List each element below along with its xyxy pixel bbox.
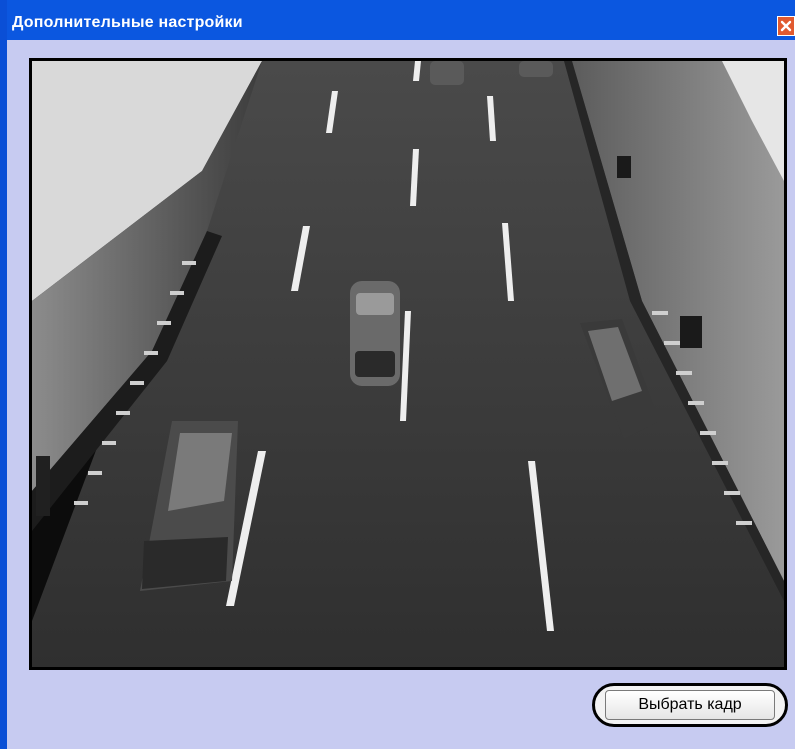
camera-frame-preview[interactable]	[29, 58, 787, 670]
select-frame-button[interactable]: Выбрать кадр	[592, 683, 788, 727]
title-bar[interactable]: Дополнительные настройки	[7, 0, 795, 40]
camera-frame-image	[32, 61, 784, 667]
dialog-window: Дополнительные настройки Выбрать кадр	[0, 0, 795, 749]
close-button[interactable]	[777, 16, 795, 36]
select-frame-button-label: Выбрать кадр	[605, 690, 775, 720]
close-icon	[780, 20, 792, 32]
window-title: Дополнительные настройки	[12, 14, 243, 31]
